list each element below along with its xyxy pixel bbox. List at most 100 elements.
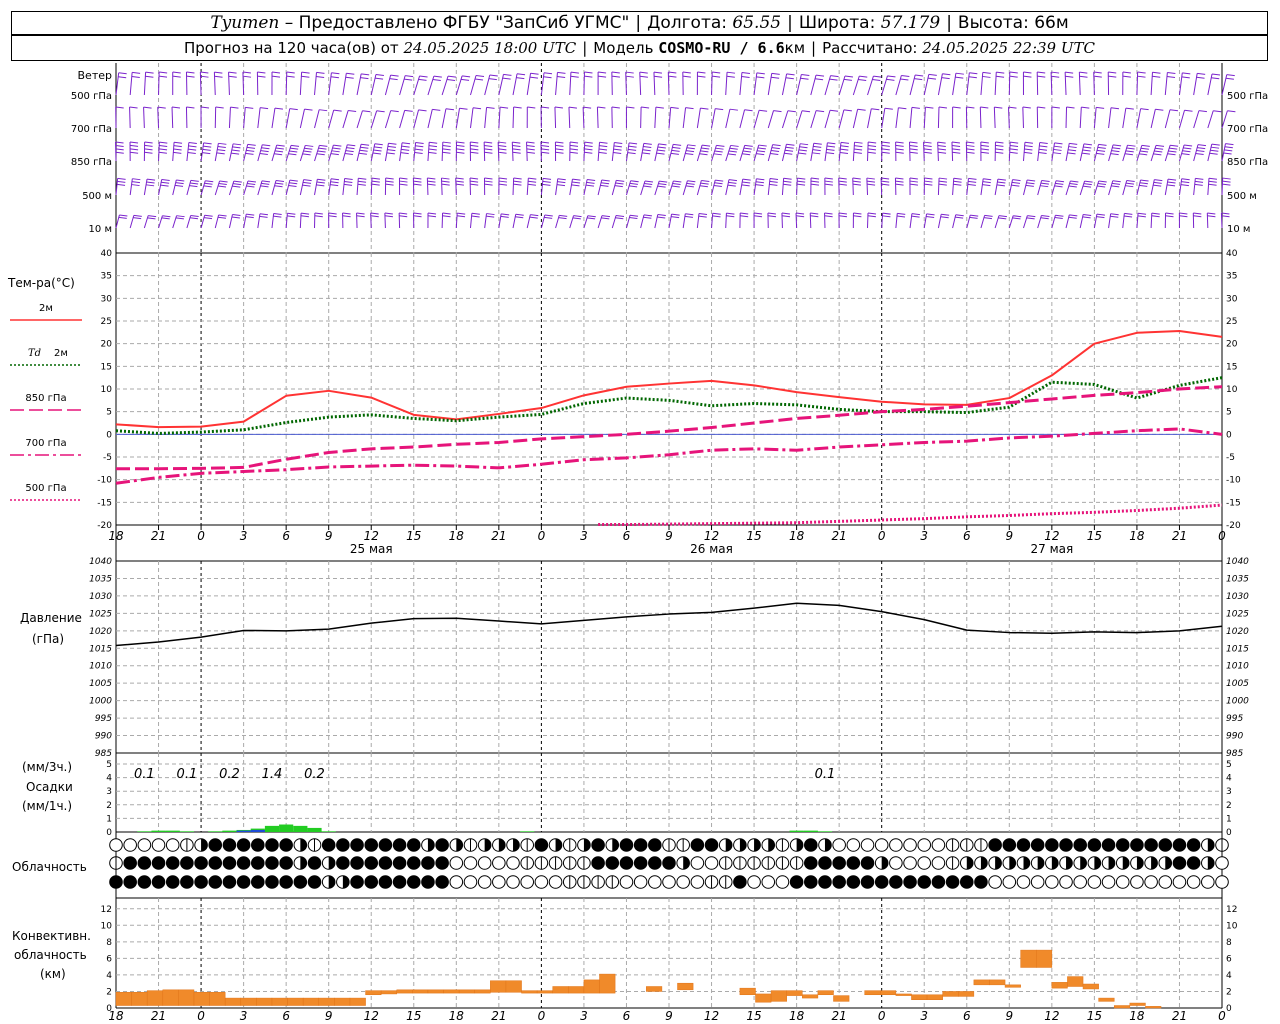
wind-barb-feather xyxy=(384,215,394,218)
temp-tick-right: 0 xyxy=(1226,430,1232,440)
wind-barb-feather xyxy=(699,153,708,156)
wind-barb-feather xyxy=(304,108,313,111)
wind-barb-feather xyxy=(830,75,839,78)
wind-barb-feather xyxy=(174,184,184,187)
wind-barb-feather xyxy=(1009,151,1018,154)
wind-barb-feather xyxy=(1139,182,1148,185)
wind-barb-feather xyxy=(498,180,508,183)
wind-barb-feather xyxy=(757,147,766,150)
wind-barb-feather xyxy=(797,180,806,183)
wind-barb-feather xyxy=(672,146,681,149)
wind-barb xyxy=(1064,72,1067,96)
cloud-circle xyxy=(449,856,464,870)
cloud-symbol xyxy=(477,875,492,889)
wind-barb-feather xyxy=(1139,184,1148,187)
cloud-symbol xyxy=(633,875,648,889)
wind-barb-feather xyxy=(1125,182,1135,185)
wind-barb-feather xyxy=(952,106,961,109)
wind-barb xyxy=(781,144,787,162)
cloud-circle xyxy=(1002,838,1017,852)
conv-bar xyxy=(490,980,507,993)
wind-barb-feather xyxy=(469,177,479,180)
wind-barb-feather xyxy=(938,180,948,183)
conv-bar xyxy=(365,990,382,996)
cloud-symbol xyxy=(591,875,605,889)
wind-barb-feather xyxy=(1112,147,1121,150)
cloud-symbol xyxy=(477,838,492,852)
cloud-circle xyxy=(676,875,690,889)
wind-barb xyxy=(1150,109,1156,129)
cloud-symbol xyxy=(520,856,535,870)
wind-barb xyxy=(654,143,659,162)
wind-barb-feather xyxy=(1041,179,1050,182)
wind-barb-feather xyxy=(259,213,269,216)
cloud-symbol xyxy=(1073,875,1088,889)
wind-barb-feather xyxy=(346,147,355,150)
wind-barb-feather xyxy=(968,180,977,183)
wind-barb xyxy=(455,213,458,229)
wind-barb-feather xyxy=(555,148,564,151)
wind-barb-feather xyxy=(1010,141,1019,144)
wind-barb-feather xyxy=(843,78,852,81)
wind-barb xyxy=(852,75,860,96)
precip-bar xyxy=(179,831,194,832)
cloud-circle xyxy=(917,838,932,852)
wind-barb-feather xyxy=(671,213,680,216)
wind-barb-feather xyxy=(231,216,240,219)
wind-barb-feather xyxy=(639,71,648,74)
cloud-circle xyxy=(633,838,648,852)
cloud-symbol xyxy=(889,838,903,852)
cloud-circle xyxy=(662,856,676,870)
wind-barb xyxy=(413,75,421,96)
wind-barb-feather xyxy=(827,142,836,145)
legend-label-td: Td xyxy=(28,348,41,359)
wind-barb-feather xyxy=(542,180,551,183)
wind-barb-feather xyxy=(432,79,441,82)
conv-bar xyxy=(833,995,850,1002)
cloud-title: Облачность xyxy=(12,860,87,874)
cloud-circle xyxy=(194,856,208,870)
cloud-half xyxy=(966,856,974,870)
wind-barb-feather xyxy=(951,144,961,147)
cloud-circle xyxy=(194,875,208,889)
wind-barb-feather xyxy=(786,73,795,76)
wind-barb-feather xyxy=(813,145,822,148)
wind-barb-feather xyxy=(173,148,182,151)
wind-barb xyxy=(427,142,430,162)
wind-barb-feather xyxy=(838,183,847,186)
wind-barb-feather xyxy=(625,75,634,78)
wind-barb-feather xyxy=(1053,148,1062,151)
wind-barb-feather xyxy=(289,108,298,111)
wind-barb-feather xyxy=(427,212,437,215)
x-tick-label: 3 xyxy=(240,529,248,543)
cloud-circle xyxy=(180,875,194,889)
wind-barb xyxy=(158,72,160,96)
wind-barb-feather xyxy=(1208,177,1218,180)
wind-barb xyxy=(895,75,902,96)
cloud-half xyxy=(583,838,591,852)
conv-tick-left: 8 xyxy=(106,938,112,948)
cloud-symbol xyxy=(690,838,705,852)
temp-tick-left: 35 xyxy=(101,272,112,282)
wind-barb-feather xyxy=(854,145,863,148)
wind-barb-feather xyxy=(871,108,880,111)
wind-barb-feather xyxy=(190,215,199,218)
cloud-symbol xyxy=(1172,838,1187,852)
cloud-symbol xyxy=(1059,856,1073,870)
wind-barb-feather xyxy=(186,71,195,74)
wind-barb-feather xyxy=(756,178,765,181)
wind-barb xyxy=(1178,110,1185,129)
wind-barb xyxy=(952,73,957,96)
wind-barb-feather xyxy=(671,149,680,152)
wind-barb-feather xyxy=(942,73,951,76)
cloud-circle xyxy=(406,875,421,889)
wind-barb xyxy=(242,72,245,96)
wind-barb-feather xyxy=(501,213,510,216)
cloud-symbol xyxy=(265,838,279,852)
x-tick-label-bottom: 12 xyxy=(704,1009,719,1023)
wind-barb-feather xyxy=(611,71,620,74)
cloud-symbol xyxy=(477,856,492,870)
wind-barb-feather xyxy=(909,141,918,144)
wind-barb-feather xyxy=(941,213,950,216)
conv-bar xyxy=(256,997,273,1006)
